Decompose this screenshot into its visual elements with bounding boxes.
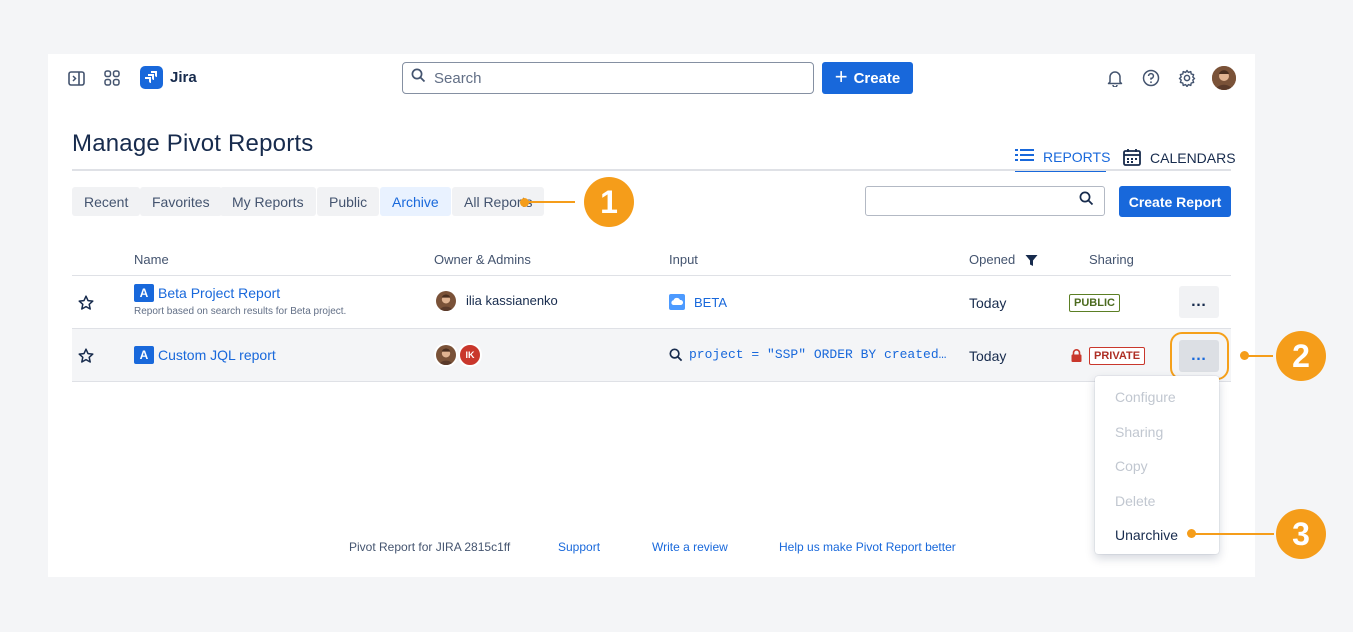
- tab-calendars-label: CALENDARS: [1150, 150, 1236, 166]
- jql-search-icon: [669, 348, 683, 367]
- filter-tab-recent[interactable]: Recent: [72, 187, 141, 216]
- input-jql-query[interactable]: project = "SSP" ORDER BY created…: [689, 347, 946, 362]
- jira-logo-icon: [140, 66, 163, 89]
- callout-2-line: [1245, 355, 1273, 357]
- top-navigation: Jira + Create: [48, 54, 1255, 102]
- report-name-link[interactable]: Beta Project Report: [158, 285, 280, 301]
- filter-funnel-icon[interactable]: [1025, 254, 1038, 272]
- menu-item-sharing[interactable]: Sharing: [1115, 424, 1163, 440]
- callout-1-badge: 1: [584, 177, 634, 227]
- app-frame: Jira + Create Manage Pivot Reports: [48, 54, 1255, 577]
- report-description: Report based on search results for Beta …: [134, 306, 347, 317]
- callout-3-badge: 3: [1276, 509, 1326, 559]
- filter-tab-archive[interactable]: Archive: [380, 187, 451, 216]
- plus-icon: +: [834, 64, 848, 89]
- search-icon: [411, 68, 426, 88]
- owner-avatar: [434, 289, 458, 313]
- filter-tab-favorites[interactable]: Favorites: [140, 187, 222, 216]
- report-type-badge: A: [134, 284, 154, 302]
- sharing-badge-public: PUBLIC: [1069, 294, 1120, 312]
- user-avatar[interactable]: [1212, 66, 1236, 90]
- menu-item-delete[interactable]: Delete: [1115, 493, 1155, 509]
- footer-feedback-link[interactable]: Help us make Pivot Report better: [779, 540, 956, 554]
- owner-name: ilia kassianenko: [466, 293, 558, 308]
- help-icon[interactable]: [1141, 68, 1161, 88]
- report-name-link[interactable]: Custom JQL report: [158, 347, 276, 363]
- row-actions-menu: Configure Sharing Copy Delete Unarchive: [1095, 376, 1219, 554]
- column-header-input[interactable]: Input: [669, 252, 698, 267]
- column-header-sharing[interactable]: Sharing: [1089, 252, 1134, 267]
- opened-value: Today: [969, 295, 1007, 311]
- table-header-divider: [72, 275, 1231, 276]
- filter-tab-public[interactable]: Public: [317, 187, 380, 216]
- app-switcher-icon[interactable]: [102, 68, 122, 88]
- global-search-input[interactable]: [432, 68, 792, 88]
- star-icon[interactable]: [78, 295, 94, 311]
- more-actions-button[interactable]: …: [1179, 286, 1219, 318]
- menu-item-copy[interactable]: Copy: [1115, 458, 1148, 474]
- project-cloud-icon: [669, 294, 685, 315]
- column-header-opened[interactable]: Opened: [969, 252, 1015, 267]
- sidebar-toggle-icon[interactable]: [66, 68, 86, 88]
- notifications-bell-icon[interactable]: [1105, 68, 1125, 88]
- callout-3-line: [1192, 533, 1274, 535]
- highlight-ring: [1170, 332, 1229, 380]
- filter-tab-my-reports[interactable]: My Reports: [220, 187, 316, 216]
- input-project-link[interactable]: BETA: [694, 295, 727, 310]
- column-header-owner[interactable]: Owner & Admins: [434, 252, 531, 267]
- report-search[interactable]: [865, 186, 1105, 216]
- report-type-badge: A: [134, 346, 154, 364]
- callout-2-badge: 2: [1276, 331, 1326, 381]
- sharing-badge-private: PRIVATE: [1089, 347, 1146, 365]
- app-name: Jira: [170, 69, 197, 86]
- jira-logo[interactable]: Jira: [140, 66, 197, 89]
- callout-1-line: [525, 201, 575, 203]
- global-search[interactable]: [402, 62, 814, 94]
- tab-calendars[interactable]: CALENDARS: [1123, 144, 1236, 172]
- owner-avatar: [434, 343, 458, 367]
- create-button-label: Create: [853, 69, 901, 87]
- tab-reports-label: REPORTS: [1043, 148, 1111, 165]
- settings-gear-icon[interactable]: [1177, 68, 1197, 88]
- report-search-input[interactable]: [874, 192, 1079, 210]
- heading-divider: [72, 169, 1231, 171]
- opened-value: Today: [969, 348, 1007, 364]
- row-divider: [72, 381, 1231, 382]
- calendar-icon: [1123, 148, 1141, 169]
- menu-item-configure[interactable]: Configure: [1115, 389, 1176, 405]
- create-report-button[interactable]: Create Report: [1119, 186, 1231, 217]
- footer-review-link[interactable]: Write a review: [652, 540, 728, 554]
- star-icon[interactable]: [78, 348, 94, 364]
- menu-item-unarchive[interactable]: Unarchive: [1115, 527, 1178, 543]
- page-title: Manage Pivot Reports: [72, 130, 314, 157]
- create-button[interactable]: + Create: [822, 62, 913, 94]
- lock-icon: [1071, 349, 1082, 367]
- tab-reports[interactable]: REPORTS: [1015, 144, 1110, 172]
- search-icon[interactable]: [1079, 191, 1094, 211]
- list-icon: [1015, 148, 1034, 165]
- column-header-name[interactable]: Name: [134, 252, 169, 267]
- footer-support-link[interactable]: Support: [558, 540, 600, 554]
- footer-version: Pivot Report for JIRA 2815c1ff: [349, 540, 511, 554]
- admin-initials-avatar: IK: [458, 343, 482, 367]
